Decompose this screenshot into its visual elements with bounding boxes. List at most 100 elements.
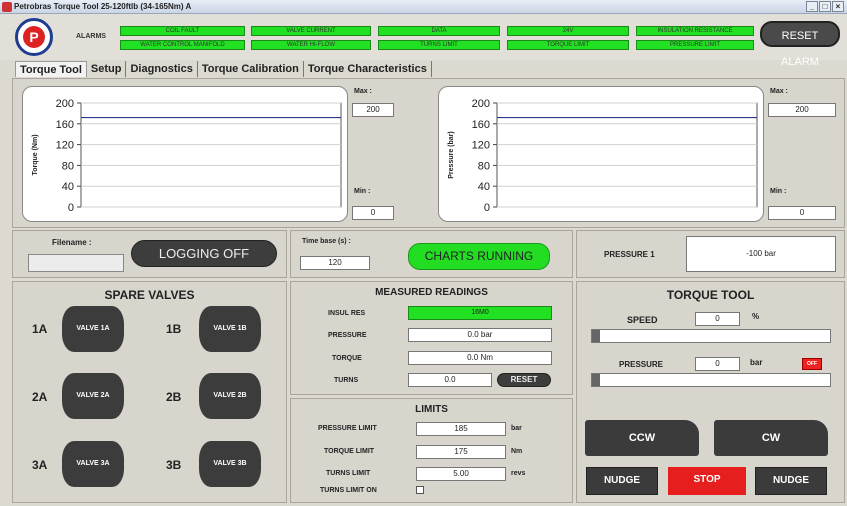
torque-limit-input[interactable]: 175	[416, 445, 506, 459]
speed-unit: %	[752, 312, 760, 321]
pressure-slider-thumb[interactable]	[592, 374, 600, 386]
alarm-water-control-manifold: WATER CONTROL MANIFOLD	[120, 40, 245, 50]
insul-res-value: 16M0	[408, 306, 552, 320]
window-controls: _ □ ×	[806, 1, 844, 12]
pressure-plot-area	[496, 102, 758, 208]
valve-1a-button[interactable]: VALVE 1A	[62, 306, 124, 352]
time-base-input[interactable]: 120	[300, 256, 370, 270]
pressure-tick-label: 120	[472, 140, 490, 152]
valve-3b-label: 3B	[166, 458, 182, 472]
spare-valves-title: SPARE VALVES	[104, 288, 195, 302]
tab-torque-characteristics[interactable]: Torque Characteristics	[304, 61, 432, 77]
pressure-limit-input[interactable]: 185	[416, 422, 506, 436]
turns-limit-label: TURNS LIMIT	[326, 470, 371, 477]
torque-tool-title: TORQUE TOOL	[666, 288, 755, 302]
logo-letter: P	[23, 26, 45, 48]
torque-tick-label: 80	[62, 160, 74, 172]
pressure-off-button[interactable]: OFF	[802, 358, 822, 370]
pressure-tick-label: 160	[472, 119, 490, 131]
close-icon[interactable]: ×	[832, 1, 844, 12]
reset-alarm-button[interactable]: RESET ALARM	[760, 21, 840, 68]
alarm-turns-limit: TURNS LIMIT	[378, 40, 500, 50]
stop-button[interactable]: STOP	[668, 467, 746, 495]
pressure-axis-label: Pressure (bar)	[448, 131, 455, 178]
valve-3a-button[interactable]: VALVE 3A	[62, 441, 124, 487]
alarm-coil-fault: COIL FAULT	[120, 26, 245, 36]
torque-chart-svg: 200 160 120 80 40 0 Torque (Nm)	[32, 98, 342, 214]
tab-torque-calibration[interactable]: Torque Calibration	[198, 61, 304, 77]
alarm-insulation-resistance: INSULATION RESISTANCE	[636, 26, 754, 36]
tab-setup[interactable]: Setup	[87, 61, 127, 77]
petrobras-logo: P	[15, 18, 53, 56]
valve-1b-button[interactable]: VALVE 1B	[199, 306, 261, 352]
filename-field[interactable]	[28, 254, 124, 272]
pressure-limit-unit: bar	[511, 425, 522, 432]
alarm-water-hi-flow: WATER HI-FLOW	[251, 40, 371, 50]
nudge-cw-button[interactable]: NUDGE	[755, 467, 827, 495]
tab-bar: Torque Tool Setup Diagnostics Torque Cal…	[15, 61, 432, 77]
pressure1-value: -100 bar	[686, 236, 836, 272]
valve-2a-button[interactable]: VALVE 2A	[62, 373, 124, 419]
valve-2a-label: 2A	[32, 390, 48, 404]
pressure-min-label: Min :	[770, 188, 787, 195]
torque-limit-unit: Nm	[511, 448, 523, 455]
turns-limit-unit: revs	[511, 470, 526, 477]
alarm-24v: 24V	[507, 26, 629, 36]
cw-button[interactable]: CW	[714, 420, 828, 456]
nudge-ccw-button[interactable]: NUDGE	[586, 467, 658, 495]
torque-axis-label: Torque (Nm)	[32, 134, 39, 175]
minimize-icon[interactable]: _	[806, 1, 818, 12]
pressure-tick-label: 0	[484, 202, 490, 214]
charts-running-button[interactable]: CHARTS RUNNING	[408, 243, 550, 270]
pressure-limit-label: PRESSURE LIMIT	[318, 425, 377, 432]
valve-1b-label: 1B	[166, 322, 182, 336]
torque-min-label: Min :	[354, 188, 371, 195]
tab-diagnostics[interactable]: Diagnostics	[126, 61, 198, 77]
alarm-data: DATA	[378, 26, 500, 36]
alarm-torque-limit: TORQUE LIMIT	[507, 40, 629, 50]
turns-limit-on-checkbox[interactable]	[416, 486, 424, 494]
insul-res-label: INSUL RES	[328, 310, 366, 317]
speed-label: SPEED	[627, 315, 658, 325]
speed-slider-thumb[interactable]	[592, 330, 600, 342]
reset-turns-button[interactable]: RESET	[497, 373, 551, 387]
torque-tick-label: 200	[56, 98, 74, 110]
tab-torque-tool[interactable]: Torque Tool	[15, 61, 87, 77]
speed-slider[interactable]	[591, 329, 831, 343]
turns-limit-input[interactable]: 5.00	[416, 467, 506, 481]
limits-title: LIMITS	[415, 404, 448, 415]
valve-2b-label: 2B	[166, 390, 182, 404]
torque-tick-label: 0	[68, 202, 74, 214]
tool-pressure-unit: bar	[750, 358, 763, 367]
valve-3a-label: 3A	[32, 458, 48, 472]
pressure-slider[interactable]	[591, 373, 831, 387]
measured-torque-label: TORQUE	[332, 355, 362, 362]
valve-2b-button[interactable]: VALVE 2B	[199, 373, 261, 419]
alarm-pressure-limit: PRESSURE LIMIT	[636, 40, 754, 50]
tool-pressure-input[interactable]: 0	[695, 357, 740, 371]
time-base-label: Time base (s) :	[302, 238, 351, 245]
window-title: Petrobras Torque Tool 25-120ftlb (34-165…	[14, 2, 192, 11]
torque-tick-label: 120	[56, 140, 74, 152]
maximize-icon[interactable]: □	[819, 1, 831, 12]
torque-tick-label: 160	[56, 119, 74, 131]
turns-value: 0.0	[408, 373, 492, 387]
measured-readings-title: MEASURED READINGS	[375, 287, 488, 298]
pressure-max-label: Max :	[770, 88, 788, 95]
logging-off-button[interactable]: LOGGING OFF	[131, 240, 277, 267]
pressure-tick-label: 80	[478, 160, 490, 172]
tool-pressure-label: PRESSURE	[619, 360, 664, 369]
valve-3b-button[interactable]: VALVE 3B	[199, 441, 261, 487]
pressure-chart: 200 160 120 80 40 0 Pressure (bar)	[438, 86, 764, 222]
turns-label: TURNS	[334, 377, 359, 384]
torque-min-input[interactable]: 0	[352, 206, 394, 220]
pressure-min-input[interactable]: 0	[768, 206, 836, 220]
speed-input[interactable]: 0	[695, 312, 740, 326]
valve-1a-label: 1A	[32, 322, 48, 336]
alarm-valve-current: VALVE CURRENT	[251, 26, 371, 36]
pressure-max-input[interactable]: 200	[768, 103, 836, 117]
torque-plot-area	[80, 102, 342, 208]
alarms-label: ALARMS	[76, 33, 106, 40]
ccw-button[interactable]: CCW	[585, 420, 699, 456]
torque-max-input[interactable]: 200	[352, 103, 394, 117]
